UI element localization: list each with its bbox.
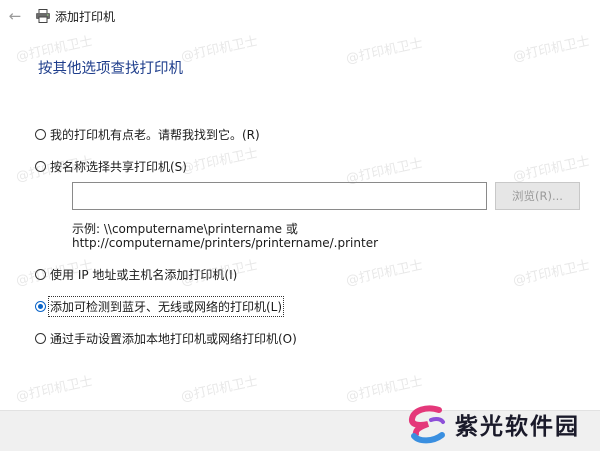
option-label: 我的打印机有点老。请帮我找到它。(R) [50,128,260,142]
radio-bluetooth-wireless-network[interactable] [35,301,46,312]
page-heading: 按其他选项查找打印机 [38,61,183,77]
arrow-left-icon: ← [8,6,22,25]
radio-ip-address[interactable] [35,269,46,280]
watermark: @打印机卫士 [511,258,592,289]
watermark: @打印机卫士 [14,374,95,405]
watermark: @打印机卫士 [344,374,425,405]
option-label: 使用 IP 地址或主机名添加打印机(I) [50,268,238,282]
option-label: 通过手动设置添加本地打印机或网络打印机(O) [50,332,297,346]
example-line-2: http://computername/printers/printername… [72,236,379,250]
title-bar: ← 添加打印机 [0,0,600,32]
back-button[interactable]: ← [4,6,26,26]
watermark: @打印机卫士 [179,34,260,65]
watermark: @打印机卫士 [511,154,592,185]
radio-manual-settings[interactable] [35,333,46,344]
shared-printer-name-input[interactable] [72,182,487,210]
example-line-1: 示例: \\computername\printername 或 [72,222,298,236]
option-label: 添加可检测到蓝牙、无线或网络的打印机(L) [47,296,285,317]
browse-button[interactable]: 浏览(R)... [495,182,580,210]
watermark: @打印机卫士 [179,374,260,405]
option-ip-address[interactable]: 使用 IP 地址或主机名添加打印机(I) [35,266,237,283]
printer-icon [36,9,50,23]
watermark: @打印机卫士 [511,34,592,65]
logo-icon [408,405,445,444]
watermark: @打印机卫士 [344,258,425,289]
radio-old-printer[interactable] [35,129,46,140]
watermark: @打印机卫士 [179,146,260,177]
option-shared-by-name[interactable]: 按名称选择共享打印机(S) [35,158,187,175]
option-manual-settings[interactable]: 通过手动设置添加本地打印机或网络打印机(O) [35,330,297,347]
site-logo: 紫光软件园 [405,402,580,446]
logo-text: 紫光软件园 [455,414,580,440]
option-label: 按名称选择共享打印机(S) [50,160,187,174]
option-bluetooth-wireless-network[interactable]: 添加可检测到蓝牙、无线或网络的打印机(L) [35,296,285,317]
option-old-printer[interactable]: 我的打印机有点老。请帮我找到它。(R) [35,126,260,143]
watermark: @打印机卫士 [344,36,425,67]
window-title: 添加打印机 [55,10,116,24]
radio-shared-by-name[interactable] [35,161,46,172]
